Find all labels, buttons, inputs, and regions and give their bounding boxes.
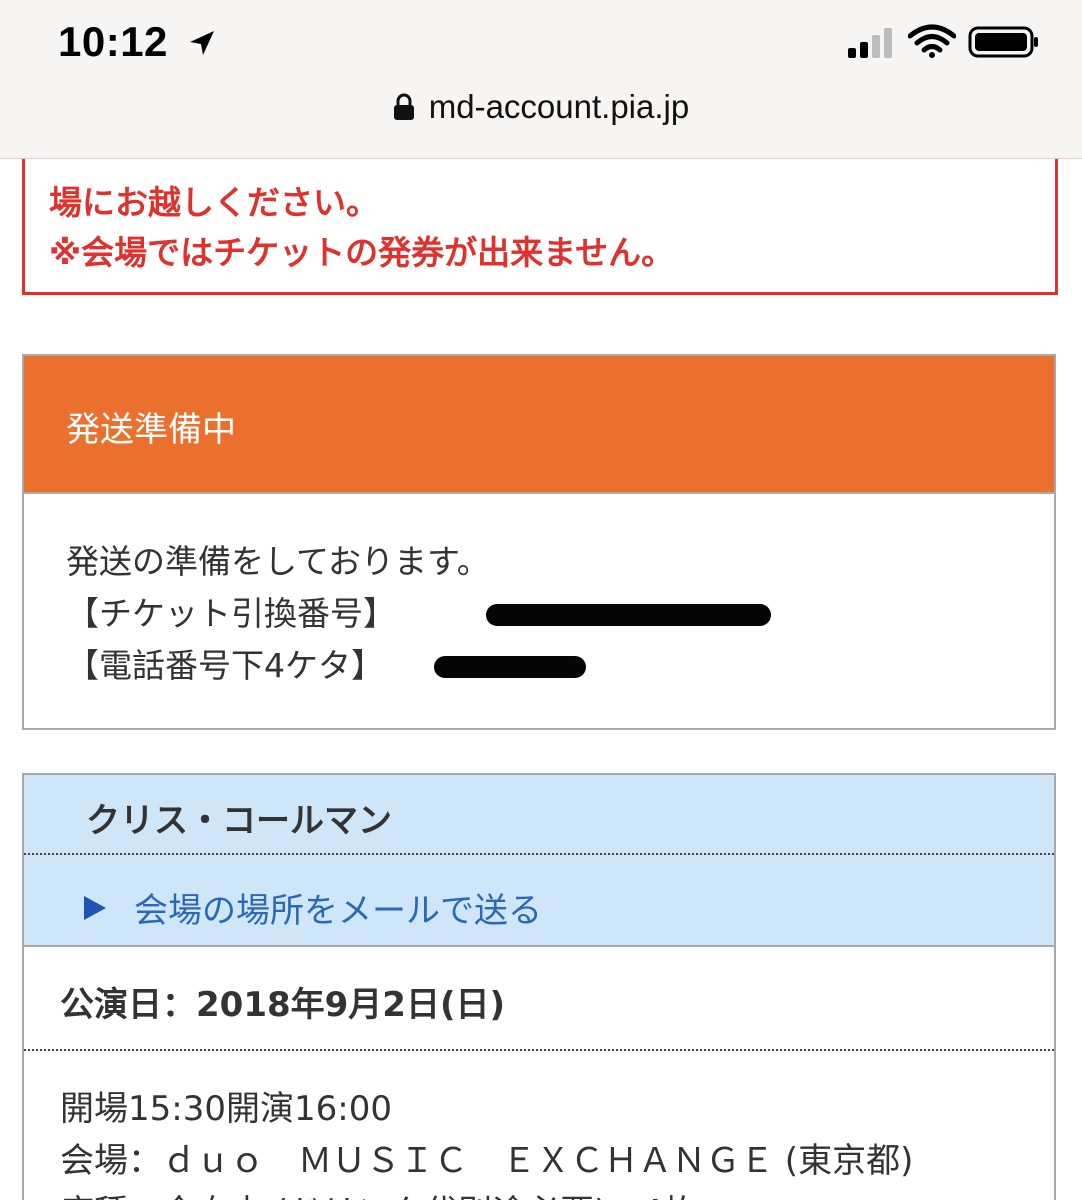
- url-text: md-account.pia.jp: [428, 88, 690, 125]
- open-start-times: 開場15:30開演16:00: [60, 1089, 392, 1129]
- cellular-signal-icon: [848, 28, 892, 58]
- phone-digits-row: 【電話番号下4ケタ】: [66, 640, 1054, 692]
- phone-digits-label: 【電話番号下4ケタ】: [66, 646, 384, 685]
- notice-line-2: ※会場ではチケットの発券が出来ません。: [49, 233, 675, 272]
- page: 場にお越しください。 ※会場ではチケットの発券が出来ません。 10:12 md-…: [0, 0, 1082, 1200]
- seat-type: 席種：全自由 (ドリンク代別途必要) 4枚: [60, 1187, 1054, 1200]
- ticket-number-label: 【チケット引換番号】: [66, 594, 396, 633]
- performance-date-row: 公演日：2018年9月2日(日): [24, 947, 1054, 1051]
- event-card: クリス・コールマン 会場の場所をメールで送る 公演日：2018年9月2日(日) …: [22, 773, 1056, 1200]
- triangle-right-icon: [84, 895, 106, 920]
- event-details: 開場15:30開演16:00 会場：ｄｕｏ ＭＵＳＩＣ ＥＸＣＨＡＮＧＥ (東京…: [24, 1051, 1054, 1200]
- shipping-status-body: 発送の準備をしております。 【チケット引換番号】 【電話番号下4ケタ】: [24, 494, 1054, 692]
- battery-icon: [968, 26, 1038, 58]
- artist-name: クリス・コールマン: [86, 801, 392, 841]
- notice-line-1: 場にお越しください。: [49, 183, 379, 222]
- shipping-status-title: 発送準備中: [66, 410, 236, 450]
- send-venue-location-link[interactable]: 会場の場所をメールで送る: [82, 883, 542, 932]
- location-arrow-icon: [190, 31, 214, 55]
- shipping-status-header: 発送準備中: [24, 356, 1054, 494]
- status-time: 10:12: [58, 18, 168, 65]
- shipping-message: 発送の準備をしております。: [66, 542, 490, 581]
- address-bar[interactable]: md-account.pia.jp: [0, 88, 1082, 134]
- lock-icon: [393, 93, 414, 120]
- send-venue-location-label: 会場の場所をメールで送る: [134, 891, 542, 931]
- redacted-phone-digits: [434, 656, 586, 678]
- ticket-number-row: 【チケット引換番号】: [66, 588, 1054, 640]
- redacted-ticket-number: [486, 604, 771, 626]
- browser-chrome: 10:12 md-account.pia.jp: [0, 0, 1082, 159]
- performance-date: 公演日：2018年9月2日(日): [60, 985, 506, 1025]
- wifi-icon: [908, 24, 956, 58]
- event-header: クリス・コールマン 会場の場所をメールで送る: [24, 775, 1054, 947]
- shipping-status-card: 発送準備中 発送の準備をしております。 【チケット引換番号】 【電話番号下4ケタ…: [22, 354, 1056, 730]
- notice-text: 場にお越しください。 ※会場ではチケットの発券が出来ません。: [49, 178, 674, 278]
- dotted-divider: [24, 853, 1054, 855]
- venue: 会場：ｄｕｏ ＭＵＳＩＣ ＥＸＣＨＡＮＧＥ (東京都): [60, 1141, 914, 1181]
